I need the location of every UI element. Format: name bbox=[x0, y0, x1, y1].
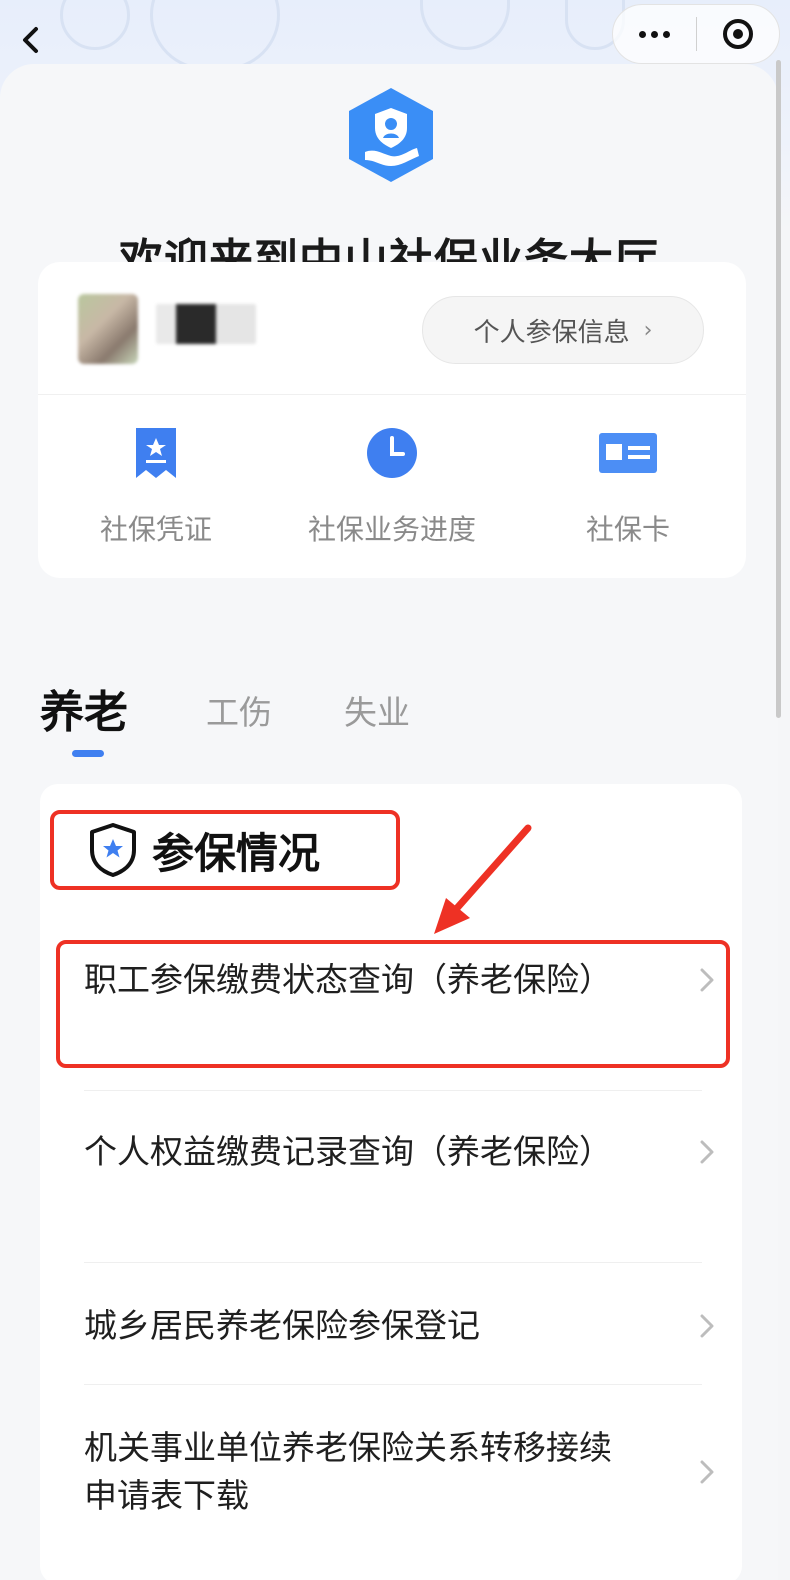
quick-action-card[interactable]: 社保卡 bbox=[510, 422, 746, 548]
avatar bbox=[78, 294, 138, 364]
list-item-personal-payment-record[interactable]: 个人权益缴费记录查询（养老保险） bbox=[84, 1128, 714, 1176]
chevron-right-icon bbox=[692, 1311, 722, 1341]
card-icon bbox=[599, 433, 657, 473]
section-title: 参保情况 bbox=[152, 828, 321, 878]
service-list-card: 参保情况 职工参保缴费状态查询（养老保险） 个人权益缴费记录查询（养老保险） 城… bbox=[40, 784, 742, 1580]
section-title-highlight: 参保情况 bbox=[50, 810, 400, 890]
back-arrow-icon bbox=[23, 27, 38, 53]
more-button[interactable] bbox=[613, 4, 696, 64]
quick-action-progress[interactable]: 社保业务进度 bbox=[274, 422, 510, 548]
decorative-shape bbox=[60, 0, 130, 50]
divider bbox=[38, 394, 746, 395]
list-item-resident-pension-registration[interactable]: 城乡居民养老保险参保登记 bbox=[84, 1302, 714, 1350]
close-mini-program-icon bbox=[722, 19, 753, 49]
annotation-arrow-icon bbox=[434, 824, 532, 934]
list-item-label: 城乡居民养老保险参保登记 bbox=[84, 1306, 480, 1345]
quick-action-label: 社保业务进度 bbox=[307, 513, 476, 546]
decorative-shape bbox=[420, 0, 510, 50]
user-card: 个人参保信息 › 社保凭证 社保业务进度 社保卡 bbox=[38, 262, 746, 578]
clock-icon bbox=[367, 428, 417, 478]
list-item-institution-transfer-form[interactable]: 机关事业单位养老保险关系转移接续申请表下载 bbox=[84, 1424, 714, 1520]
tab-active-indicator bbox=[72, 750, 104, 757]
close-button[interactable] bbox=[697, 4, 779, 64]
divider bbox=[84, 1090, 702, 1091]
tab-unemployment[interactable]: 失业 bbox=[344, 686, 410, 734]
list-item-label: 机关事业单位养老保险关系转移接续申请表下载 bbox=[84, 1428, 612, 1515]
quick-action-label: 社保卡 bbox=[585, 513, 670, 546]
divider bbox=[84, 1262, 702, 1263]
list-item-label: 职工参保缴费状态查询（养老保险） bbox=[84, 960, 612, 999]
chevron-right-icon bbox=[692, 965, 722, 995]
tab-work-injury[interactable]: 工伤 bbox=[206, 686, 272, 734]
more-icon bbox=[639, 30, 646, 38]
voucher-icon bbox=[136, 428, 176, 478]
user-name-redacted bbox=[156, 304, 256, 344]
chevron-right-icon: › bbox=[643, 317, 653, 343]
back-button[interactable] bbox=[10, 20, 50, 60]
shield-icon bbox=[90, 823, 136, 877]
personal-insurance-info-button[interactable]: 个人参保信息 › bbox=[422, 296, 704, 364]
quick-action-label: 社保凭证 bbox=[99, 513, 212, 546]
social-security-logo-icon bbox=[349, 88, 433, 182]
info-button-label: 个人参保信息 bbox=[473, 317, 630, 348]
list-item-label: 个人权益缴费记录查询（养老保险） bbox=[84, 1132, 612, 1171]
tab-pension[interactable]: 养老 bbox=[40, 676, 128, 740]
chevron-right-icon bbox=[692, 1457, 722, 1487]
divider bbox=[84, 1384, 702, 1385]
mini-program-capsule bbox=[612, 4, 780, 64]
chevron-right-icon bbox=[692, 1137, 722, 1167]
list-item-employee-payment-status[interactable]: 职工参保缴费状态查询（养老保险） bbox=[84, 956, 714, 1004]
scrollbar[interactable] bbox=[776, 60, 781, 718]
decorative-shape bbox=[150, 0, 280, 70]
quick-action-voucher[interactable]: 社保凭证 bbox=[38, 422, 274, 548]
